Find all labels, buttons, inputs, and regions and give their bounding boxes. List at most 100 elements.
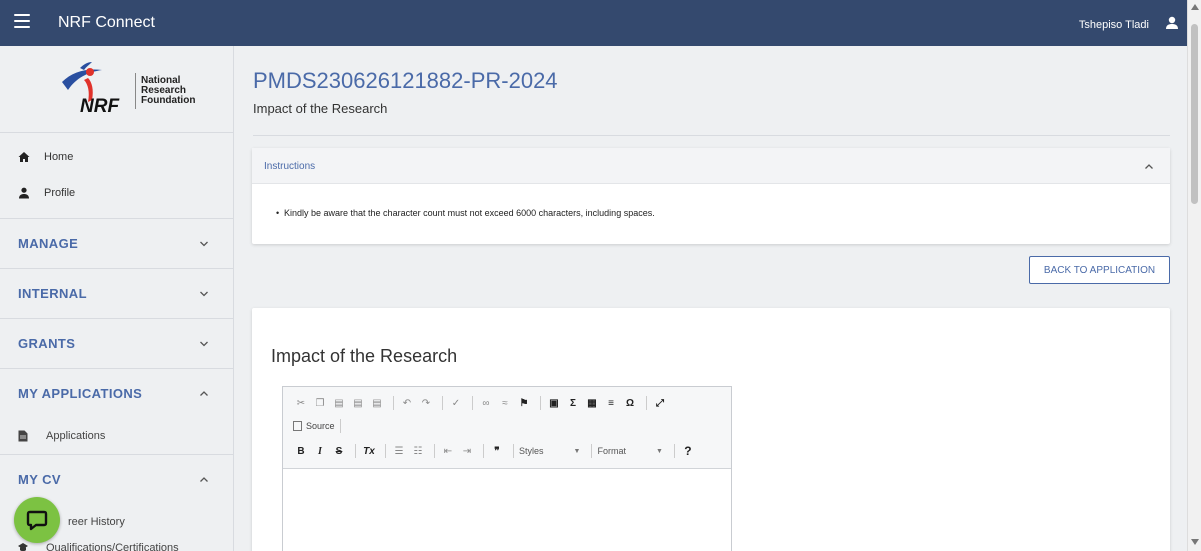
top-app-bar: NRF Connect Tshepiso Tladi <box>0 0 1201 46</box>
spellcheck-icon[interactable]: ✓ <box>448 395 464 411</box>
sidebar-item-label: Profile <box>44 187 76 199</box>
numbered-list-icon[interactable]: ☰ <box>391 443 407 459</box>
undo-icon[interactable]: ↶ <box>399 395 415 411</box>
toolbar-row-2: Source <box>293 419 346 433</box>
page-subtitle: Impact of the Research <box>253 101 388 116</box>
paste-text-icon[interactable]: ▤ <box>350 395 366 411</box>
scroll-down-arrow-icon[interactable] <box>1191 539 1199 545</box>
chevron-down-icon <box>200 341 208 347</box>
help-button[interactable]: ? <box>680 443 696 459</box>
toolbar-row-1: ✂ ❐ ▤ ▤ ▤ ↶ ↷ ✓ ∞ ≈ ⚑ ▣ Σ ▦ ≡ Ω ⤢ <box>293 395 671 411</box>
toolbar-row-3: B I S Tx ☰ ☷ ⇤ ⇥ ❞ Styles ▼ Format ▼ ? <box>293 443 699 459</box>
sidebar-section-grants[interactable]: GRANTS <box>0 318 233 368</box>
sidebar-item-label: Qualifications/Certifications <box>46 542 179 551</box>
divider <box>253 135 1170 136</box>
toolbar-separator <box>646 396 647 410</box>
instructions-text: Kindly be aware that the character count… <box>276 208 655 218</box>
user-icon <box>19 187 29 199</box>
nrf-logo[interactable]: NRF National Research Foundation <box>0 46 233 133</box>
toolbar-separator <box>385 444 386 458</box>
formula-icon[interactable]: Σ <box>565 395 581 411</box>
dropdown-arrow-icon: ▼ <box>573 447 581 455</box>
sidebar-item-home[interactable]: Home <box>0 139 233 175</box>
home-icon <box>18 152 30 162</box>
toolbar-separator <box>442 396 443 410</box>
styles-dropdown[interactable]: Styles ▼ <box>519 446 580 456</box>
hamburger-menu-icon[interactable] <box>14 14 30 28</box>
main-content: PMDS230626121882-PR-2024 Impact of the R… <box>235 46 1187 551</box>
blockquote-icon[interactable]: ❞ <box>489 443 505 459</box>
chat-icon <box>26 510 48 531</box>
source-doc-icon <box>293 421 302 431</box>
outdent-icon[interactable]: ⇤ <box>440 443 456 459</box>
sidebar-section-manage[interactable]: MANAGE <box>0 218 233 268</box>
sidebar-section-internal[interactable]: INTERNAL <box>0 268 233 318</box>
source-label: Source <box>306 421 335 431</box>
chat-launcher-button[interactable] <box>14 497 60 543</box>
maximize-icon[interactable]: ⤢ <box>652 395 668 411</box>
dropdown-arrow-icon: ▼ <box>655 447 663 455</box>
image-icon[interactable]: ▣ <box>546 395 562 411</box>
sidebar-item-profile[interactable]: Profile <box>0 175 233 211</box>
logo-divider <box>135 73 136 109</box>
page-title: PMDS230626121882-PR-2024 <box>253 68 558 93</box>
page-scrollbar[interactable] <box>1187 0 1201 551</box>
bold-icon[interactable]: B <box>293 443 309 459</box>
remove-format-icon[interactable]: Tx <box>361 443 377 459</box>
special-char-icon[interactable]: Ω <box>622 395 638 411</box>
unlink-icon[interactable]: ≈ <box>497 395 513 411</box>
chevron-up-icon <box>200 477 208 482</box>
app-title[interactable]: NRF Connect <box>58 14 155 32</box>
chevron-down-icon <box>200 291 208 297</box>
section-label: GRANTS <box>18 336 76 351</box>
toolbar-separator <box>393 396 394 410</box>
paste-word-icon[interactable]: ▤ <box>369 395 385 411</box>
section-label: MY APPLICATIONS <box>18 386 143 401</box>
instructions-header[interactable]: Instructions <box>252 148 1170 184</box>
anchor-flag-icon[interactable]: ⚑ <box>516 395 532 411</box>
toolbar-separator <box>673 444 675 458</box>
horizontal-line-icon[interactable]: ≡ <box>603 395 619 411</box>
back-to-application-button[interactable]: BACK TO APPLICATION <box>1029 256 1170 284</box>
link-icon[interactable]: ∞ <box>478 395 494 411</box>
sidebar-section-my-applications[interactable]: MY APPLICATIONS <box>0 368 233 418</box>
sidebar-item-label: Applications <box>46 430 106 442</box>
instructions-panel: Instructions Kindly be aware that the ch… <box>252 148 1170 244</box>
copy-icon[interactable]: ❐ <box>312 395 328 411</box>
chevron-down-icon <box>200 241 208 247</box>
styles-label: Styles <box>519 446 544 456</box>
bulleted-list-icon[interactable]: ☷ <box>410 443 426 459</box>
editor-toolbar: ✂ ❐ ▤ ▤ ▤ ↶ ↷ ✓ ∞ ≈ ⚑ ▣ Σ ▦ ≡ Ω ⤢ Source… <box>283 387 731 469</box>
chevron-up-icon[interactable] <box>1144 162 1154 172</box>
format-dropdown[interactable]: Format ▼ <box>597 446 662 456</box>
nrf-logo-mark-icon: NRF <box>62 62 120 117</box>
section-label: INTERNAL <box>18 286 87 301</box>
toolbar-separator <box>434 444 435 458</box>
sidebar-item-applications[interactable]: Applications <box>0 418 233 454</box>
sidebar: NRF National Research Foundation Home Pr… <box>0 46 234 551</box>
toolbar-separator <box>339 419 341 433</box>
scrollbar-thumb[interactable] <box>1191 24 1198 204</box>
scroll-up-arrow-icon[interactable] <box>1191 4 1199 10</box>
strikethrough-icon[interactable]: S <box>331 443 347 459</box>
logo-text-line3: Foundation <box>141 95 196 106</box>
document-icon <box>18 430 28 442</box>
sidebar-item-label: reer History <box>68 516 125 528</box>
section-label: MANAGE <box>18 236 79 251</box>
section-label: MY CV <box>18 472 61 487</box>
editor-content-area[interactable] <box>283 469 731 551</box>
italic-icon[interactable]: I <box>312 443 328 459</box>
toolbar-separator <box>472 396 473 410</box>
table-icon[interactable]: ▦ <box>584 395 600 411</box>
user-name[interactable]: Tshepiso Tladi <box>1079 19 1149 31</box>
rich-text-editor: ✂ ❐ ▤ ▤ ▤ ↶ ↷ ✓ ∞ ≈ ⚑ ▣ Σ ▦ ≡ Ω ⤢ Source… <box>282 386 732 551</box>
toolbar-separator <box>355 444 356 458</box>
user-account-icon[interactable] <box>1165 16 1179 30</box>
cut-icon[interactable]: ✂ <box>293 395 309 411</box>
paste-icon[interactable]: ▤ <box>331 395 347 411</box>
editor-card: Impact of the Research ✂ ❐ ▤ ▤ ▤ ↶ ↷ ✓ ∞… <box>252 308 1170 551</box>
indent-icon[interactable]: ⇥ <box>459 443 475 459</box>
logo-text: National Research Foundation <box>141 76 195 106</box>
source-button[interactable]: Source <box>293 421 335 431</box>
redo-icon[interactable]: ↷ <box>418 395 434 411</box>
